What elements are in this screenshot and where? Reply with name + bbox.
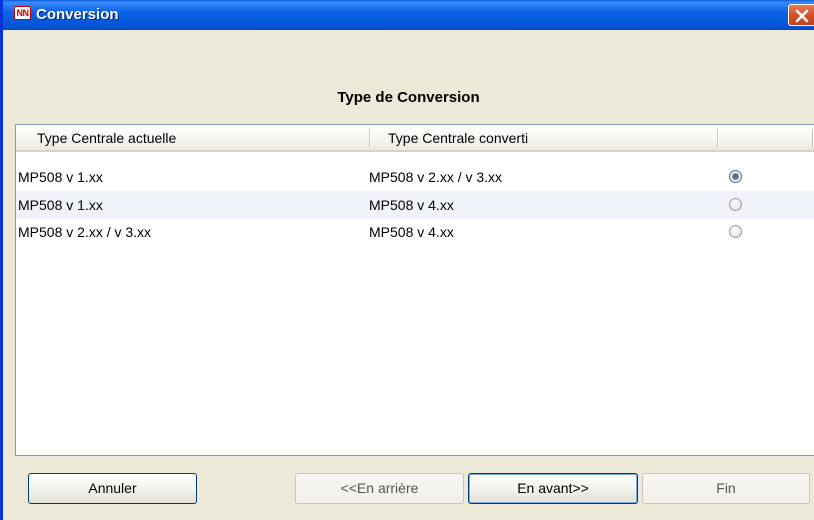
column-divider[interactable] xyxy=(717,129,718,147)
conversion-list[interactable]: Type Centrale actuelle Type Centrale con… xyxy=(15,124,814,456)
title-bar[interactable]: NN Conversion xyxy=(3,0,814,30)
cell-converted: MP508 v 4.xx xyxy=(369,197,454,213)
column-header-converted[interactable]: Type Centrale converti xyxy=(388,125,528,150)
cell-current: MP508 v 2.xx / v 3.xx xyxy=(18,224,152,240)
column-header-select[interactable] xyxy=(721,125,811,150)
column-divider[interactable] xyxy=(369,129,370,147)
row-radio-button[interactable] xyxy=(729,225,742,238)
window-title: Conversion xyxy=(36,6,119,23)
back-button[interactable]: <<En arrière xyxy=(295,473,464,504)
close-icon xyxy=(795,9,809,23)
next-button[interactable]: En avant>> xyxy=(468,473,638,504)
table-row[interactable]: MP508 v 1.xx MP508 v 2.xx / v 3.xx xyxy=(16,163,814,191)
page-title: Type de Conversion xyxy=(337,89,480,106)
table-row[interactable]: MP508 v 2.xx / v 3.xx MP508 v 4.xx xyxy=(16,218,814,246)
row-radio-button[interactable] xyxy=(729,198,742,211)
header-panel: Type de Conversion xyxy=(3,30,814,124)
finish-button[interactable]: Fin xyxy=(642,473,810,504)
cancel-button[interactable]: Annuler xyxy=(28,473,197,504)
list-header: Type Centrale actuelle Type Centrale con… xyxy=(16,125,814,152)
column-divider[interactable] xyxy=(812,129,813,147)
table-row[interactable]: MP508 v 1.xx MP508 v 4.xx xyxy=(16,191,814,219)
row-radio-button[interactable] xyxy=(729,170,742,183)
nn-logo-icon: NN xyxy=(14,6,31,20)
cell-current: MP508 v 1.xx xyxy=(18,169,103,185)
cell-converted: MP508 v 4.xx xyxy=(369,224,454,240)
button-bar: Annuler <<En arrière En avant>> Fin xyxy=(3,456,814,520)
cell-converted: MP508 v 2.xx / v 3.xx xyxy=(369,169,503,185)
conversion-dialog: NN Conversion Type de Conversion Type Ce… xyxy=(0,0,814,520)
close-button[interactable] xyxy=(788,4,814,26)
column-header-current[interactable]: Type Centrale actuelle xyxy=(37,125,176,150)
cell-current: MP508 v 1.xx xyxy=(18,197,103,213)
